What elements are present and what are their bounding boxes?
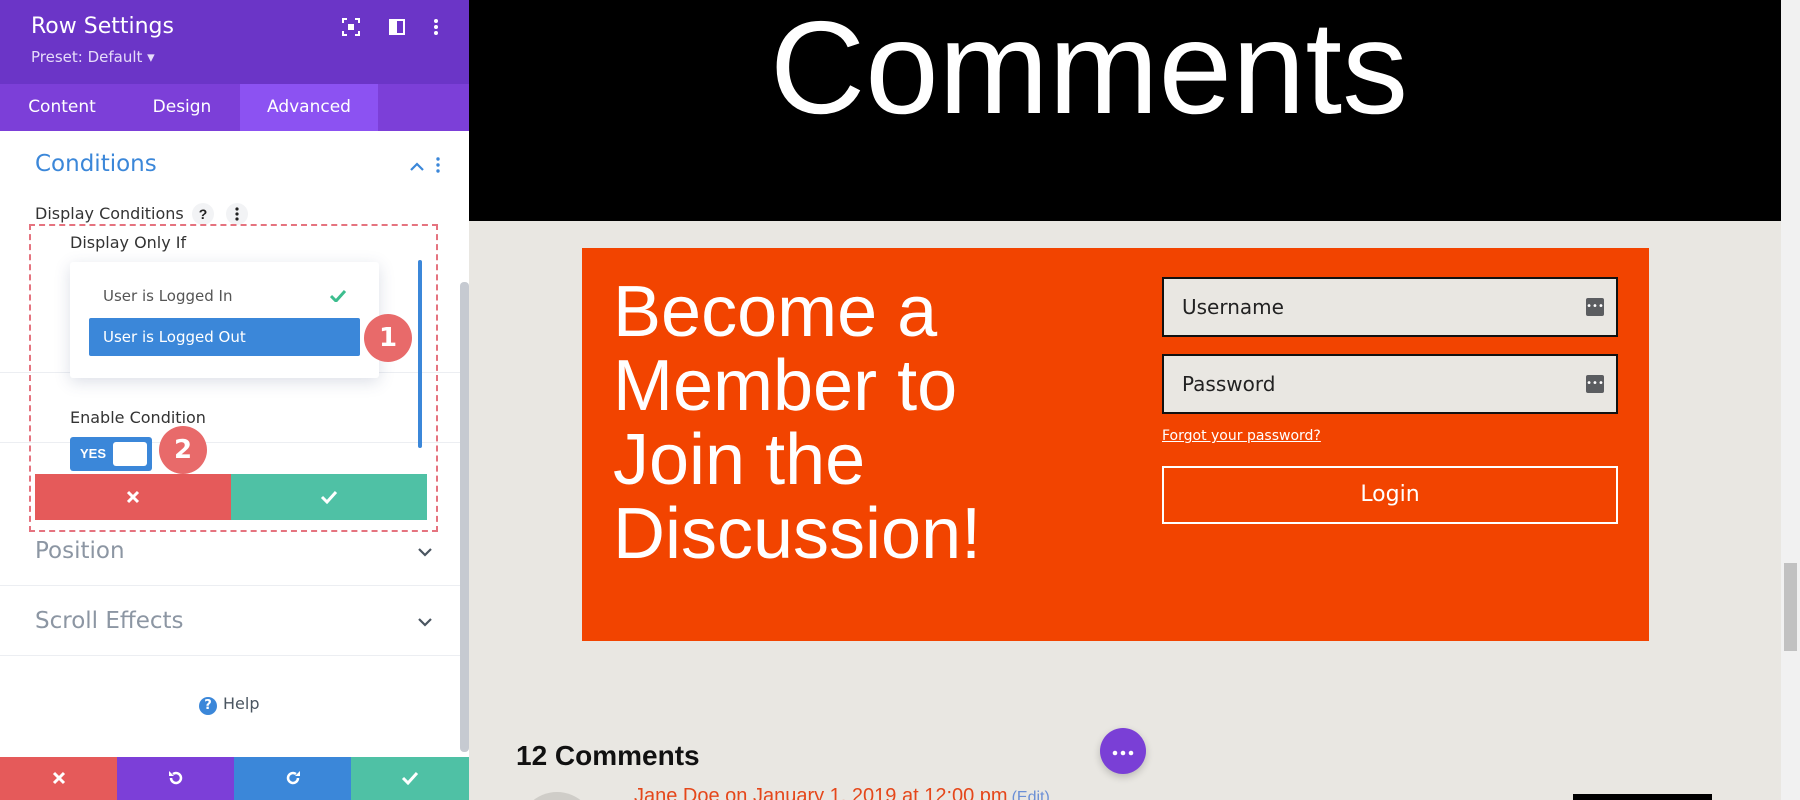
more-vertical-icon[interactable] (426, 18, 446, 38)
step-badge-1: 1 (364, 314, 412, 362)
tab-content[interactable]: Content (0, 84, 124, 131)
help-label: Help (223, 694, 260, 713)
sidebar-layout-icon[interactable] (387, 18, 407, 38)
save-button[interactable] (351, 757, 469, 800)
section-more-icon[interactable] (434, 157, 442, 177)
username-field[interactable]: Username ••• (1162, 277, 1618, 337)
password-manager-icon[interactable]: ••• (1586, 298, 1604, 316)
hero-title: Comments (769, 0, 1409, 141)
help-question-icon[interactable]: ? (192, 203, 214, 225)
row-settings-panel: Row Settings Preset: Default ▾ Content D… (0, 0, 469, 800)
modal-scrollbar[interactable] (418, 260, 422, 448)
forgot-password-link[interactable]: Forgot your password? (1162, 428, 1321, 444)
section-scroll-effects[interactable]: Scroll Effects (0, 586, 462, 656)
option-logged-out[interactable]: User is Logged Out (89, 318, 360, 356)
panel-footer (0, 757, 469, 800)
app-root: Row Settings Preset: Default ▾ Content D… (0, 0, 1800, 800)
option-label: User is Logged In (103, 287, 233, 305)
help-circle-icon: ? (199, 697, 217, 715)
username-placeholder: Username (1182, 295, 1284, 319)
panel-scrollbar[interactable] (460, 282, 469, 752)
chevron-down-icon (418, 544, 432, 558)
builder-menu-button[interactable] (1100, 728, 1146, 774)
display-only-if-label: Display Only If (70, 233, 187, 252)
page-preview: Comments Become a Member to Join the Dis… (469, 0, 1800, 800)
page-scrollbar-thumb[interactable] (1784, 563, 1797, 651)
comment-meta: Jane Doe on January 1, 2019 at 12:00 pm (… (634, 785, 1050, 800)
option-label: User is Logged Out (103, 328, 246, 346)
display-conditions-label: Display Conditions (35, 204, 184, 223)
option-logged-in[interactable]: User is Logged In (89, 277, 360, 315)
panel-title: Row Settings (31, 14, 174, 39)
login-status-dropdown: User is Logged In User is Logged Out (70, 262, 379, 378)
focus-icon[interactable] (341, 18, 361, 38)
hero-section: Comments (469, 0, 1781, 221)
toggle-knob (113, 442, 147, 466)
tab-advanced[interactable]: Advanced (240, 84, 378, 131)
confirm-button[interactable] (231, 474, 427, 520)
undo-button[interactable] (117, 757, 234, 800)
comments-count-heading: 12 Comments (516, 740, 700, 771)
cta-heading: Become a Member to Join the Discussion! (613, 272, 982, 574)
position-section-title: Position (35, 538, 125, 564)
redo-button[interactable] (234, 757, 351, 800)
avatar (519, 792, 595, 800)
password-manager-icon[interactable]: ••• (1586, 375, 1604, 393)
comment-edit-link[interactable]: (Edit) (1012, 789, 1050, 800)
settings-tabs: Content Design Advanced (0, 84, 469, 131)
toggle-label: YES (80, 446, 107, 461)
field-more-icon[interactable] (226, 203, 248, 225)
conditions-section-title[interactable]: Conditions (35, 151, 157, 177)
panel-header: Row Settings Preset: Default ▾ (0, 0, 469, 84)
check-icon (329, 277, 347, 316)
enable-condition-toggle[interactable]: YES (70, 437, 152, 471)
step-badge-2: 2 (159, 426, 207, 474)
discard-button[interactable] (0, 757, 117, 800)
login-button[interactable]: Login (1162, 466, 1618, 524)
cancel-button[interactable] (35, 474, 231, 520)
reply-button-stub[interactable] (1573, 794, 1712, 800)
member-cta-section: Become a Member to Join the Discussion! … (582, 248, 1649, 641)
password-field[interactable]: Password ••• (1162, 354, 1618, 414)
help-link[interactable]: ? Help (199, 694, 259, 715)
enable-condition-label: Enable Condition (70, 408, 206, 427)
preset-selector[interactable]: Preset: Default ▾ (31, 48, 155, 66)
comment-author-date[interactable]: Jane Doe on January 1, 2019 at 12:00 pm (634, 785, 1008, 800)
section-position[interactable]: Position (0, 516, 462, 586)
chevron-up-icon[interactable] (410, 159, 424, 173)
page-scrollbar-track[interactable] (1781, 0, 1800, 800)
chevron-down-icon (418, 614, 432, 628)
tab-design[interactable]: Design (124, 84, 240, 131)
password-placeholder: Password (1182, 372, 1276, 396)
scroll-effects-section-title: Scroll Effects (35, 608, 184, 634)
